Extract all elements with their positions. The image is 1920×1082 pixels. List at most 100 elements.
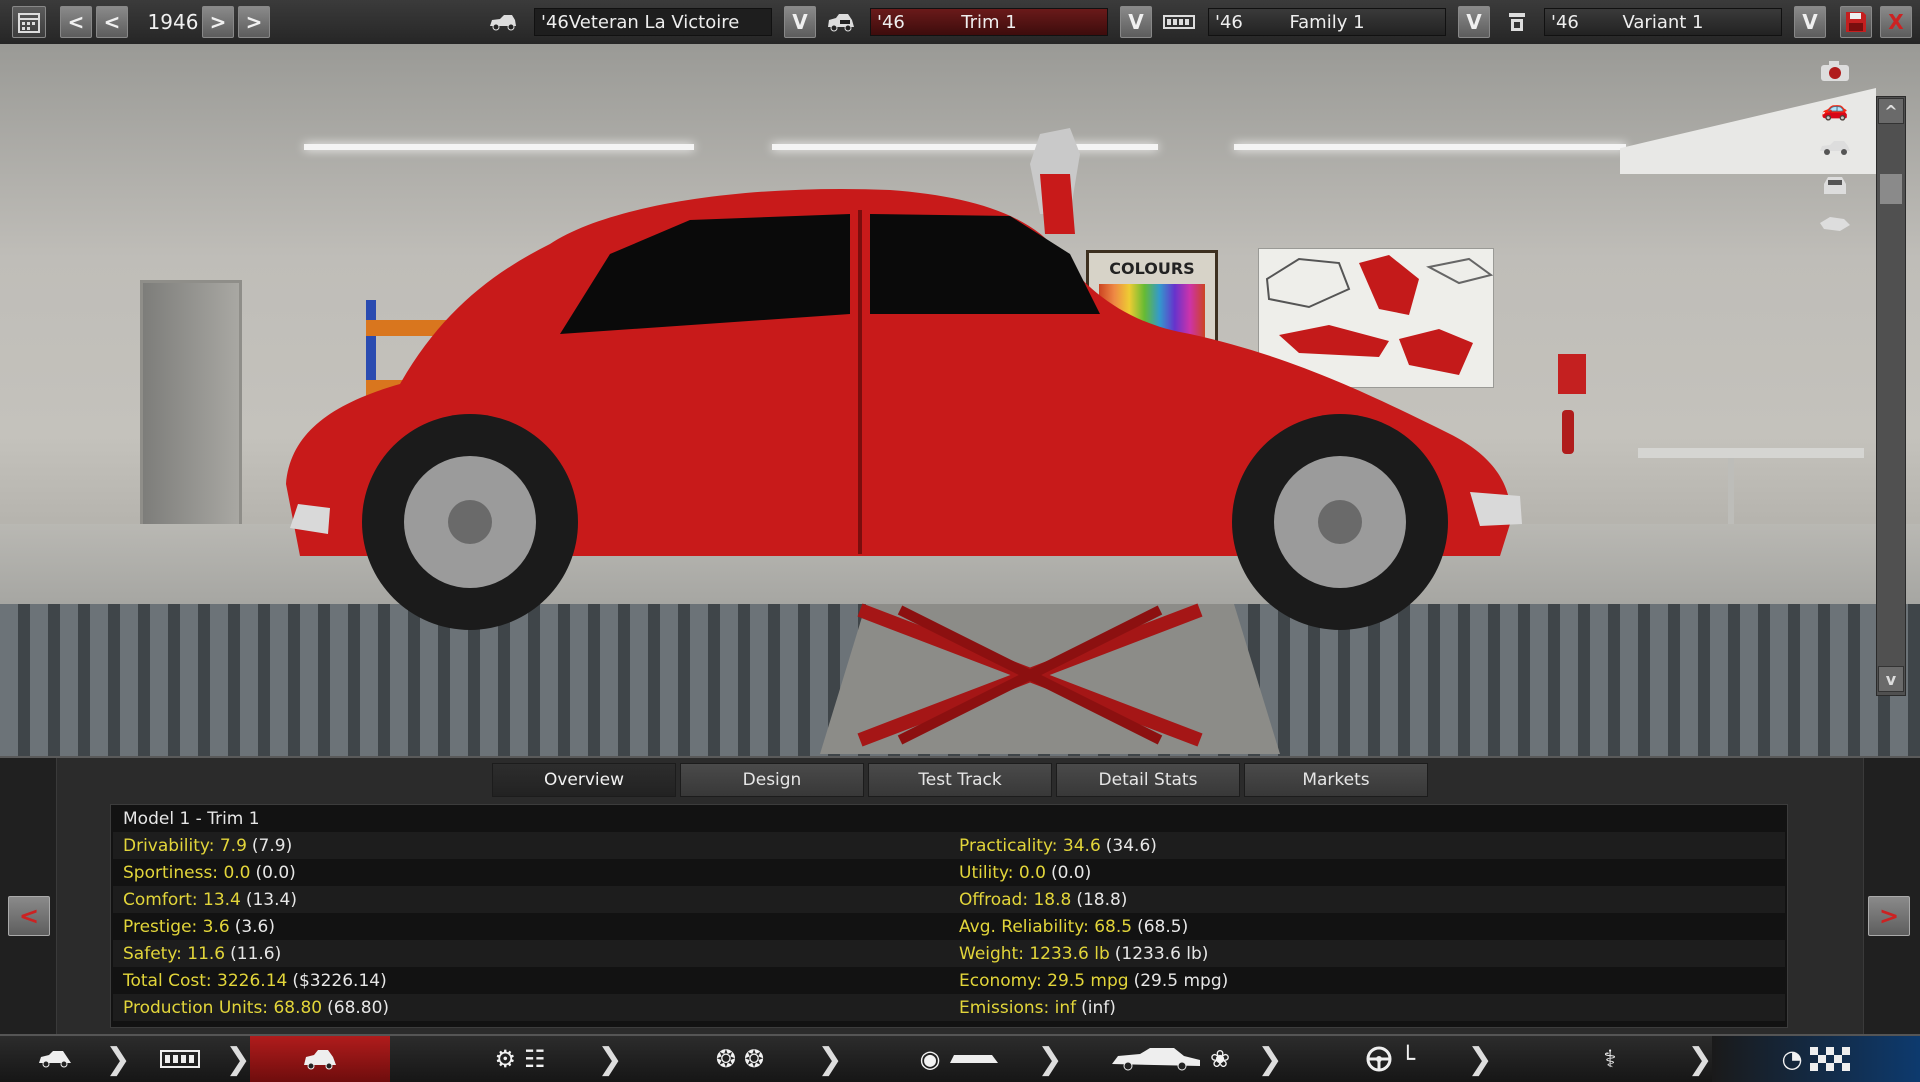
stat-paren: (0.0): [1050, 862, 1092, 883]
car-model-icon: [39, 1051, 71, 1068]
stat-label: Utility: 0.0: [959, 862, 1046, 883]
tab-detail-stats[interactable]: Detail Stats: [1056, 763, 1240, 797]
stat-paren: (68.5): [1137, 916, 1189, 937]
stat-paren: (7.9): [251, 835, 293, 856]
stat-comfort: Comfort: 13.4 (13.4): [123, 886, 297, 913]
family-name: Family 1: [1289, 11, 1365, 33]
next-car-button[interactable]: >: [1868, 896, 1910, 936]
model-dropdown-button[interactable]: V: [784, 6, 816, 38]
scroll-down-button[interactable]: v: [1878, 666, 1904, 692]
wheel-icon: ❂: [744, 1045, 765, 1073]
stat-economy: Economy: 29.5 mpg (29.5 mpg): [959, 967, 1228, 994]
trim-icon: [824, 8, 858, 36]
speedometer-icon: ◔: [1781, 1045, 1803, 1073]
tab-overview[interactable]: Overview: [492, 763, 676, 797]
model-selector[interactable]: '46 Veteran La Victoire: [534, 8, 772, 36]
tab-test-track[interactable]: Test Track: [868, 763, 1052, 797]
stage-trim-button[interactable]: [250, 1036, 390, 1082]
overview-stats: Model 1 - Trim 1 Drivability: 7.9 (7.9) S…: [110, 804, 1788, 1028]
stat-label: Prestige: 3.6: [123, 916, 230, 937]
previous-car-button[interactable]: <: [8, 896, 50, 936]
stat-safety: Safety: 11.6 (11.6): [123, 940, 281, 967]
info-panel: Overview Design Test Track Detail Stats …: [0, 756, 1920, 1036]
wheel-icon: ❂: [715, 1045, 736, 1073]
stat-label: Weight: 1233.6 lb: [959, 943, 1110, 964]
family-selector[interactable]: '46 Family 1: [1208, 8, 1446, 36]
stats-row-shade: [113, 886, 1785, 913]
year-forward-fast-button[interactable]: >: [238, 6, 270, 38]
stage-chassis-button[interactable]: ⚙ ☷: [440, 1036, 600, 1082]
stage-engine-family-button[interactable]: [130, 1036, 230, 1082]
stat-paren: (3.6): [234, 916, 276, 937]
seat-icon: └: [1400, 1045, 1416, 1073]
year-forward-button[interactable]: >: [202, 6, 234, 38]
top-toolbar: < < 1946 > > '46 Veteran La Victoire V '4…: [0, 0, 1920, 45]
camera-icon[interactable]: [1814, 56, 1856, 86]
tab-design[interactable]: Design: [680, 763, 864, 797]
variant-selector[interactable]: '46 Variant 1: [1544, 8, 1782, 36]
tab-markets[interactable]: Markets: [1244, 763, 1428, 797]
stat-paren: (29.5 mpg): [1133, 970, 1229, 991]
stat-paren: (0.0): [255, 862, 296, 883]
stage-tuning-button[interactable]: ⚕: [1530, 1036, 1690, 1082]
stage-model-button[interactable]: [0, 1036, 110, 1082]
suspension-icon: ⚙: [494, 1045, 516, 1073]
stat-paren: (18.8): [1076, 889, 1128, 910]
stage-body-button[interactable]: ◉: [880, 1036, 1040, 1082]
variant-dropdown-button[interactable]: V: [1794, 6, 1826, 38]
view-front-icon[interactable]: 🚗: [1814, 94, 1856, 124]
chevron-right-icon: ❯: [1467, 1041, 1493, 1077]
garage-scene: COLOURS 🚗 ^ v: [0, 44, 1920, 756]
engine-family-icon: [1162, 8, 1196, 36]
stage-wheels-button[interactable]: ❂ ❂: [660, 1036, 820, 1082]
save-icon[interactable]: [1840, 6, 1872, 38]
year-display: 1946: [147, 10, 199, 34]
stat-label: Economy: 29.5 mpg: [959, 970, 1129, 991]
chevron-right-icon: ❯: [105, 1041, 131, 1077]
stats-row-shade: [113, 940, 1785, 967]
checkered-flag-icon: [1810, 1047, 1851, 1071]
stat-drivability: Drivability: 7.9 (7.9): [123, 832, 292, 859]
stat-paren: (11.6): [230, 943, 282, 964]
chevron-right-icon: ❯: [597, 1041, 623, 1077]
stat-avg-reliability: Avg. Reliability: 68.5 (68.5): [959, 913, 1188, 940]
stat-sportiness: Sportiness: 0.0 (0.0): [123, 859, 296, 886]
calendar-icon[interactable]: [12, 6, 46, 38]
designer-stage-nav: ❯ ❯ ❯ ⚙ ☷ ❯ ❂ ❂ ❯ ◉ ❯ ❀ ❯ └ ❯ ⚕ ◔: [0, 1034, 1920, 1082]
stat-utility: Utility: 0.0 (0.0): [959, 859, 1091, 886]
stat-offroad: Offroad: 18.8 (18.8): [959, 886, 1127, 913]
stat-label: Production Units: 68.80: [123, 997, 323, 1018]
variant-name: Variant 1: [1622, 11, 1704, 33]
stage-aero-button[interactable]: ❀: [1080, 1036, 1260, 1082]
stat-production-units: Production Units: 68.80 (68.80): [123, 994, 389, 1021]
stat-weight: Weight: 1233.6 lb (1233.6 lb): [959, 940, 1208, 967]
close-button[interactable]: X: [1880, 6, 1912, 38]
stage-interior-button[interactable]: └: [1310, 1036, 1470, 1082]
chevron-right-icon: ❯: [1037, 1041, 1063, 1077]
year-back-fast-button[interactable]: <: [60, 6, 92, 38]
trim-selector[interactable]: '46 Trim 1: [870, 8, 1108, 36]
stats-row-shade: [113, 832, 1785, 859]
trim-dropdown-button[interactable]: V: [1120, 6, 1152, 38]
car-model-icon: [486, 8, 520, 36]
scrollbar-thumb[interactable]: [1880, 174, 1902, 204]
stat-paren: ($3226.14): [292, 970, 387, 991]
engine-block-icon: [160, 1050, 200, 1068]
stat-paren: (inf): [1081, 997, 1116, 1018]
stage-testing-button[interactable]: ◔: [1712, 1036, 1920, 1082]
view-angle-icon[interactable]: [1814, 208, 1856, 238]
stat-prestige: Prestige: 3.6 (3.6): [123, 913, 275, 940]
view-side-icon[interactable]: [1814, 132, 1856, 162]
stat-emissions: Emissions: inf (inf): [959, 994, 1116, 1021]
chevron-right-icon: ❯: [225, 1041, 251, 1077]
body-shell-icon: [950, 1055, 999, 1063]
trim-icon: [304, 1050, 336, 1070]
scroll-up-button[interactable]: ^: [1878, 98, 1904, 124]
family-dropdown-button[interactable]: V: [1458, 6, 1490, 38]
year-back-button[interactable]: <: [96, 6, 128, 38]
stat-label: Drivability: 7.9: [123, 835, 247, 856]
view-rear-icon[interactable]: [1814, 170, 1856, 200]
workbench: [1638, 448, 1864, 458]
fan-icon: ❀: [1209, 1045, 1231, 1073]
stats-title: Model 1 - Trim 1: [123, 805, 1773, 832]
